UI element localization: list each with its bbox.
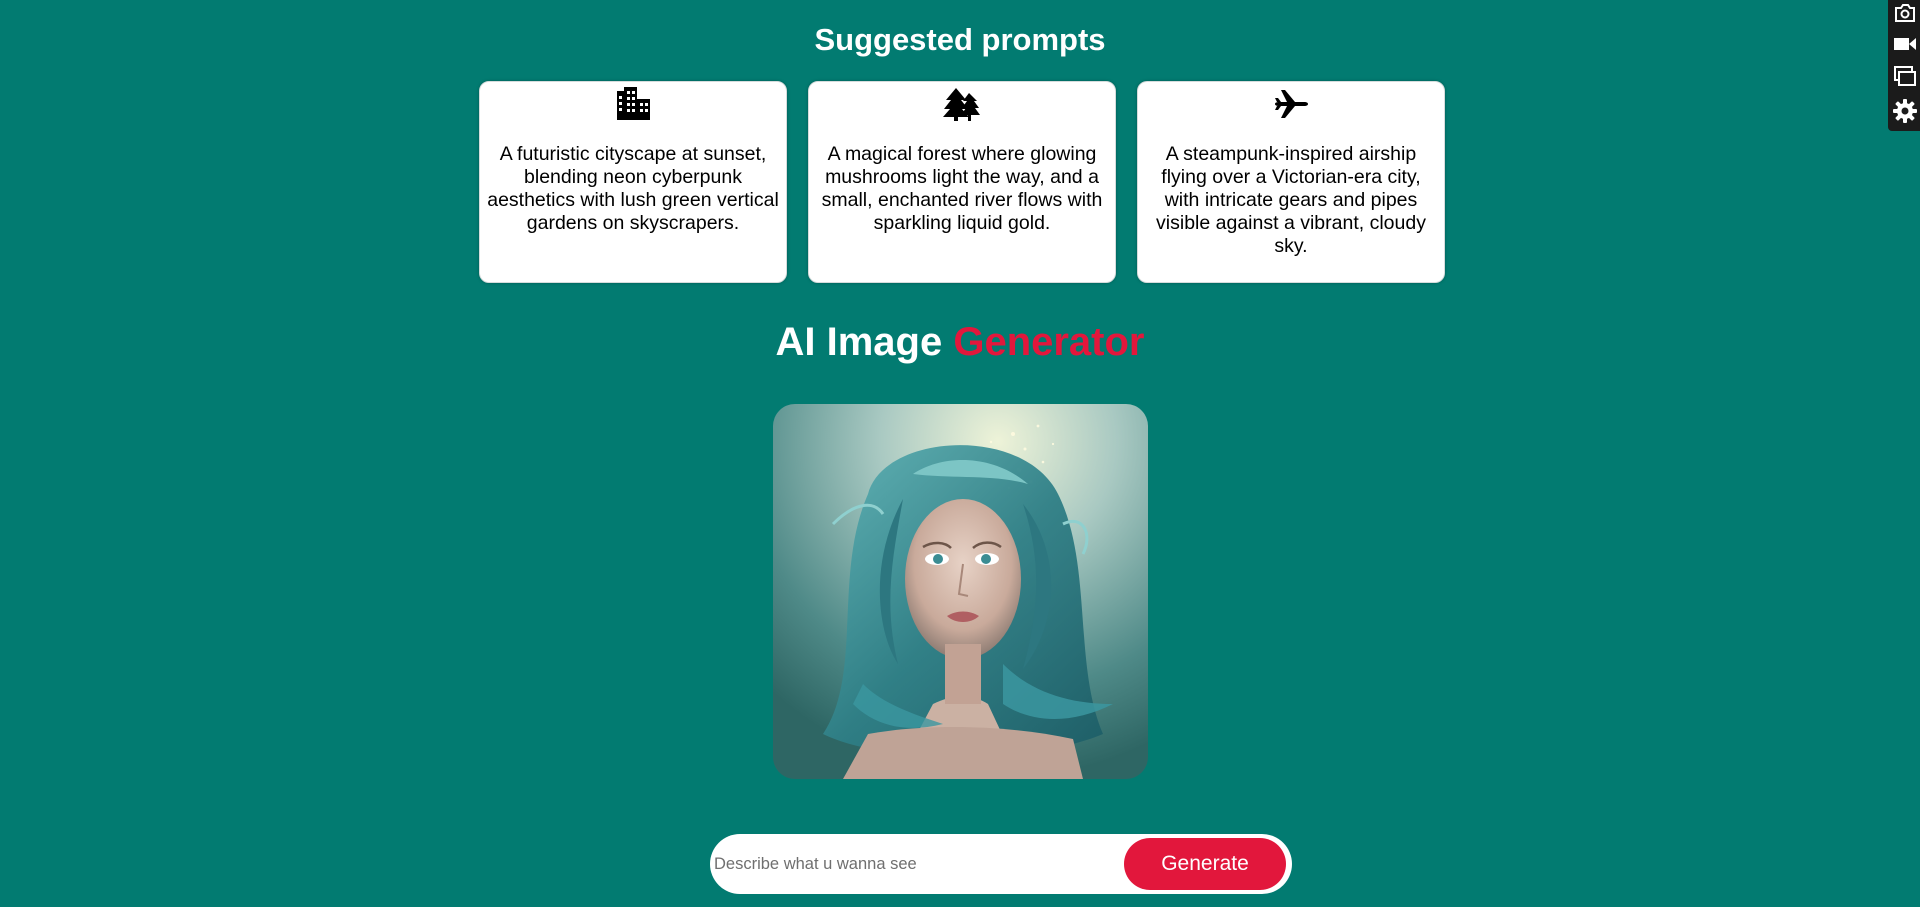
suggested-prompts-list: A futuristic cityscape at sunset, blendi… (479, 81, 1445, 284)
generator-title-red: Generator (953, 320, 1145, 364)
prompt-card-text: A steampunk-inspired airship flying over… (1156, 143, 1426, 257)
prompt-card-airship[interactable]: A steampunk-inspired airship flying over… (1137, 81, 1445, 283)
side-toolbar (1888, 0, 1920, 131)
prompt-bar: Generate (710, 834, 1292, 894)
generated-image (773, 404, 1148, 779)
airplane-icon (1138, 84, 1444, 124)
generator-title: AI Image Generator (0, 318, 1920, 366)
pine-trees-icon (809, 84, 1115, 124)
camera-icon[interactable] (1892, 0, 1918, 26)
city-buildings-icon (480, 84, 786, 124)
prompt-card-text: A magical forest where glowing mushrooms… (821, 143, 1103, 234)
generate-button[interactable]: Generate (1124, 838, 1286, 890)
prompt-input[interactable] (714, 844, 1114, 884)
prompt-card-text: A futuristic cityscape at sunset, blendi… (487, 143, 779, 234)
prompt-card-forest[interactable]: A magical forest where glowing mushrooms… (808, 81, 1116, 283)
gear-icon[interactable] (1892, 98, 1918, 124)
video-camera-icon[interactable] (1892, 31, 1918, 57)
page: Suggested prompts A futuristic cityscape… (0, 0, 1920, 907)
generator-title-white: AI Image (775, 320, 943, 364)
prompt-card-cityscape[interactable]: A futuristic cityscape at sunset, blendi… (479, 81, 787, 283)
suggested-prompts-heading: Suggested prompts (814, 22, 1106, 57)
windows-icon[interactable] (1892, 63, 1918, 89)
